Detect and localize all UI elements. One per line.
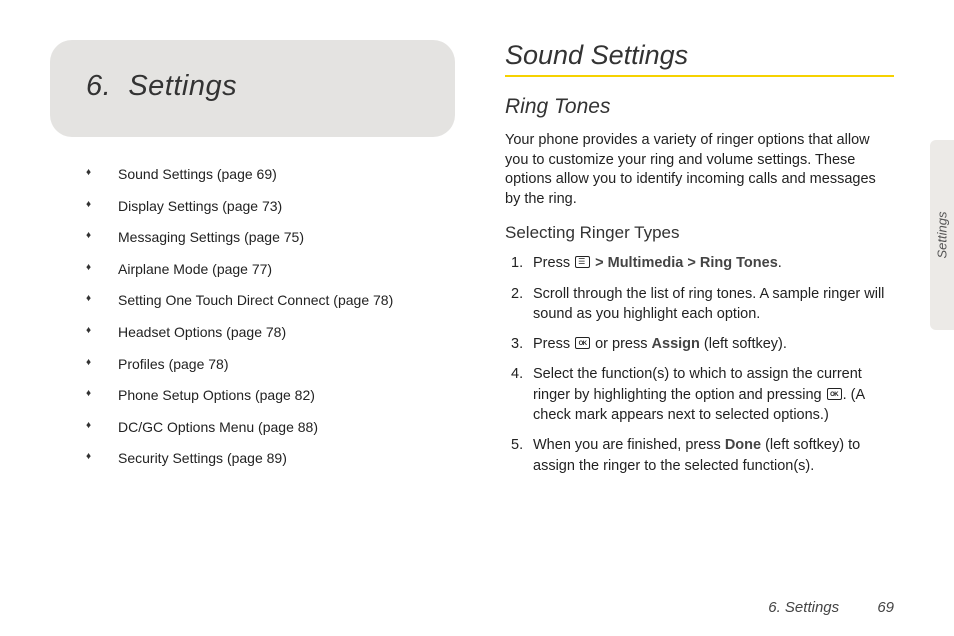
step-bold: Ring Tones bbox=[700, 255, 778, 271]
step-item: Press or press Assign (left softkey). bbox=[505, 334, 894, 354]
ok-key-icon bbox=[827, 388, 842, 400]
toc-item: Security Settings (page 89) bbox=[86, 449, 455, 469]
toc-item: Airplane Mode (page 77) bbox=[86, 260, 455, 280]
step-text: (left softkey). bbox=[700, 336, 787, 352]
step-bold: Done bbox=[725, 437, 761, 453]
step-bold: Multimedia bbox=[608, 255, 684, 271]
ok-key-icon bbox=[575, 337, 590, 349]
steps-list: Press > Multimedia > Ring Tones. Scroll … bbox=[505, 253, 894, 476]
toc-item: Headset Options (page 78) bbox=[86, 323, 455, 343]
page-footer: 6. Settings 69 bbox=[768, 599, 894, 616]
chapter-title: 6. Settings bbox=[86, 70, 435, 103]
section-heading: Sound Settings bbox=[505, 40, 894, 71]
step-sep: > bbox=[591, 255, 608, 271]
step-text: Select the function(s) to which to assig… bbox=[533, 366, 862, 402]
menu-key-icon bbox=[575, 256, 590, 268]
chapter-name: Settings bbox=[128, 70, 237, 102]
footer-page-number: 69 bbox=[877, 599, 894, 616]
toc-item: Display Settings (page 73) bbox=[86, 197, 455, 217]
step-text: Press bbox=[533, 336, 574, 352]
toc-item: Sound Settings (page 69) bbox=[86, 165, 455, 185]
toc-list: Sound Settings (page 69) Display Setting… bbox=[50, 165, 455, 469]
step-text: When you are finished, press bbox=[533, 437, 725, 453]
subsection-heading: Ring Tones bbox=[505, 95, 894, 119]
step-text: . bbox=[778, 255, 782, 271]
chapter-number: 6. bbox=[86, 70, 111, 102]
intro-paragraph: Your phone provides a variety of ringer … bbox=[505, 131, 894, 209]
toc-item: Profiles (page 78) bbox=[86, 355, 455, 375]
toc-item: Setting One Touch Direct Connect (page 7… bbox=[86, 291, 455, 311]
toc-item: Messaging Settings (page 75) bbox=[86, 228, 455, 248]
chapter-heading-box: 6. Settings bbox=[50, 40, 455, 137]
toc-item: Phone Setup Options (page 82) bbox=[86, 386, 455, 406]
step-item: Press > Multimedia > Ring Tones. bbox=[505, 253, 894, 273]
step-item: When you are finished, press Done (left … bbox=[505, 435, 894, 476]
side-tab: Settings bbox=[930, 140, 954, 330]
toc-item: DC/GC Options Menu (page 88) bbox=[86, 418, 455, 438]
step-item: Select the function(s) to which to assig… bbox=[505, 364, 894, 425]
step-text: or press bbox=[591, 336, 651, 352]
step-sep: > bbox=[683, 255, 700, 271]
step-bold: Assign bbox=[652, 336, 700, 352]
step-item: Scroll through the list of ring tones. A… bbox=[505, 284, 894, 325]
footer-chapter: 6. Settings bbox=[768, 599, 839, 616]
procedure-heading: Selecting Ringer Types bbox=[505, 223, 894, 243]
step-text: Press bbox=[533, 255, 574, 271]
side-tab-label: Settings bbox=[935, 212, 950, 259]
heading-underline bbox=[505, 75, 894, 77]
